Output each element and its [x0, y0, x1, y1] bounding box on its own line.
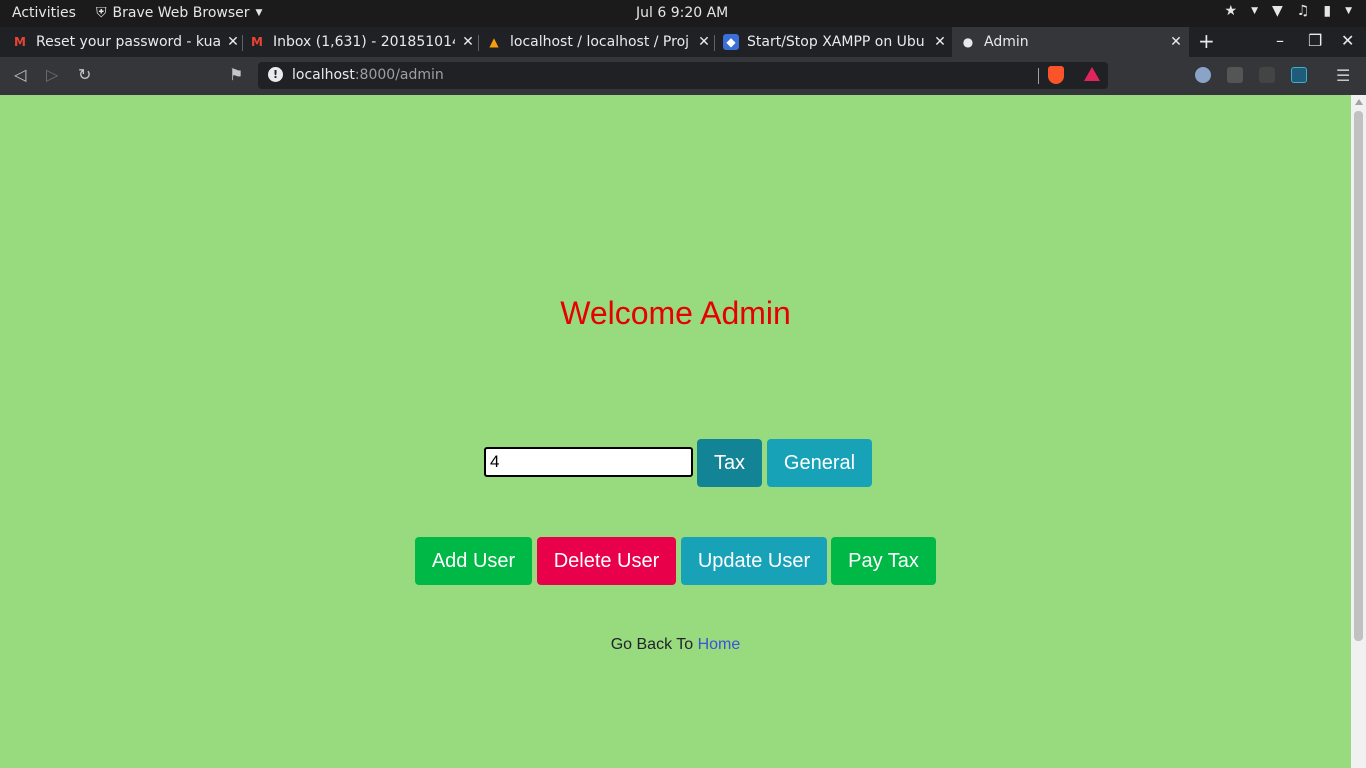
scrollbar-thumb[interactable]	[1354, 111, 1363, 641]
extension-icon[interactable]	[1227, 67, 1243, 83]
url-text[interactable]: localhost:8000/admin	[292, 67, 444, 83]
tab-title: Inbox (1,631) - 201851014@	[273, 34, 455, 50]
tab-strip: M Reset your password - kuar ✕ M Inbox (…	[0, 27, 1366, 57]
close-icon[interactable]: ✕	[697, 34, 711, 50]
vertical-scrollbar[interactable]	[1351, 95, 1366, 768]
home-link[interactable]: Home	[698, 636, 741, 653]
battery-icon: ▮	[1323, 3, 1332, 19]
tab-divider	[478, 35, 479, 51]
chevron-down-icon: ▼	[1345, 6, 1352, 16]
wifi-icon: ▼	[1272, 3, 1283, 19]
url-path: :8000/admin	[354, 67, 444, 83]
tax-button[interactable]: Tax	[697, 439, 762, 487]
extension-icon[interactable]	[1259, 67, 1275, 83]
page-content: Welcome Admin Tax General Add User Delet…	[0, 95, 1351, 768]
clock[interactable]: Jul 6 9:20 AM	[636, 5, 728, 21]
forward-button[interactable]: ▷	[46, 65, 58, 84]
bookmark-icon[interactable]: ⚑	[229, 65, 243, 84]
extension-icon[interactable]	[1195, 67, 1211, 83]
add-user-button[interactable]: Add User	[415, 537, 532, 585]
accessibility-icon[interactable]: ★	[1225, 3, 1238, 19]
app-menu[interactable]: ⛨ Brave Web Browser ▼	[96, 5, 262, 21]
go-back-label: Go Back To	[610, 636, 694, 653]
close-icon[interactable]: ✕	[461, 34, 475, 50]
gmail-icon: M	[14, 35, 26, 49]
update-user-button[interactable]: Update User	[681, 537, 827, 585]
close-icon[interactable]: ✕	[1169, 34, 1183, 50]
scroll-up-icon[interactable]	[1355, 99, 1363, 105]
pay-tax-button[interactable]: Pay Tax	[831, 537, 936, 585]
minimize-button[interactable]: –	[1276, 31, 1284, 50]
info-icon[interactable]: !	[268, 67, 283, 82]
extension-icon[interactable]	[1291, 67, 1307, 83]
tab-title: Start/Stop XAMPP on Ubu	[747, 34, 925, 50]
app-name: Brave Web Browser	[112, 5, 250, 21]
tab-reset-password[interactable]: M Reset your password - kuar ✕	[12, 27, 240, 57]
brave-icon: ⛨	[96, 5, 107, 21]
tab-admin[interactable]: ● Admin ✕	[952, 27, 1189, 57]
globe-icon: ●	[962, 35, 974, 49]
delete-user-button[interactable]: Delete User	[537, 537, 676, 585]
system-tray[interactable]: ★ ▼ ▼ ♫ ▮ ▼	[1225, 3, 1352, 19]
page-title: Welcome Admin	[560, 295, 791, 331]
chevron-down-icon: ▼	[255, 8, 263, 18]
brave-rewards-icon[interactable]	[1084, 67, 1100, 81]
address-bar[interactable]: ! localhost:8000/admin	[258, 62, 1108, 89]
close-icon[interactable]: ✕	[226, 34, 240, 50]
volume-icon: ♫	[1296, 3, 1310, 19]
new-tab-button[interactable]: +	[1198, 29, 1215, 53]
gmail-icon: M	[251, 35, 263, 49]
tab-title: localhost / localhost / Proj	[510, 34, 690, 50]
activities-button[interactable]: Activities	[12, 5, 76, 21]
omnibox-divider	[1038, 68, 1039, 84]
browser-toolbar: ◁ ▷ ↻ ⚑ ! localhost:8000/admin ☰	[0, 57, 1366, 95]
back-button[interactable]: ◁	[14, 65, 26, 84]
brave-shields-icon[interactable]	[1048, 66, 1064, 84]
tab-inbox[interactable]: M Inbox (1,631) - 201851014@ ✕	[249, 27, 475, 57]
tab-divider	[714, 35, 715, 51]
chevron-down-icon: ▼	[1251, 6, 1259, 16]
url-host: localhost	[292, 67, 355, 83]
system-top-bar: Activities ⛨ Brave Web Browser ▼ Jul 6 9…	[0, 0, 1366, 27]
go-back-text: Go Back To Home	[0, 636, 1351, 654]
reload-button[interactable]: ↻	[78, 65, 91, 84]
menu-icon[interactable]: ☰	[1336, 66, 1350, 85]
tax-input[interactable]	[484, 447, 693, 477]
tab-title: Reset your password - kuar	[36, 34, 220, 50]
tab-divider	[242, 35, 243, 51]
tab-title: Admin	[984, 34, 1029, 50]
close-window-button[interactable]: ✕	[1341, 31, 1354, 50]
tab-phpmyadmin[interactable]: ▲ localhost / localhost / Proj ✕	[486, 27, 711, 57]
shield-icon: ◆	[723, 34, 739, 50]
phpmyadmin-icon: ▲	[489, 35, 499, 49]
tab-xampp[interactable]: ◆ Start/Stop XAMPP on Ubu ✕	[723, 27, 947, 57]
close-icon[interactable]: ✕	[933, 34, 947, 50]
general-button[interactable]: General	[767, 439, 872, 487]
maximize-button[interactable]: ❐	[1308, 31, 1322, 50]
